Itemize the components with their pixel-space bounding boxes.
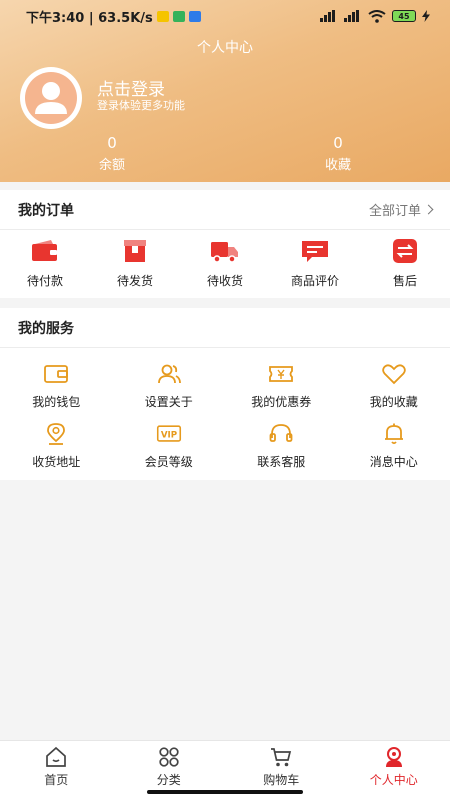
orders-title: 我的订单 [18,202,74,219]
orders-card: 我的订单 全部订单 待付款 待发货 待收货 商品评价 售后 [0,190,450,298]
balance-value: 0 [107,134,117,152]
heart-icon [381,364,406,385]
status-bar: 下午3:40 | 63.5K/s 45 [0,0,450,32]
wallet-outline-icon [44,365,69,383]
service-favorites[interactable]: 我的收藏 [338,356,450,416]
order-item-label: 待付款 [26,273,63,288]
box-icon [124,239,146,262]
app-notification-icon [172,10,185,22]
coupon-icon [269,366,294,382]
all-orders-label: 全部订单 [368,204,421,219]
service-label: 我的优惠券 [251,395,312,409]
users-icon [157,364,181,384]
order-pending-payment[interactable]: 待付款 [0,238,90,289]
headset-icon [269,424,293,442]
signal-icon [320,10,335,22]
app-notification-icon [188,10,201,22]
service-settings[interactable]: 设置关于 [113,356,226,416]
service-wallet[interactable]: 我的钱包 [0,356,113,416]
order-item-label: 售后 [392,273,417,288]
order-after-sales[interactable]: 售后 [360,238,450,289]
tab-profile[interactable]: 个人中心 [338,741,450,800]
cart-icon [271,748,292,767]
order-item-label: 待收货 [206,273,243,288]
avatar[interactable] [20,67,82,129]
exchange-icon [393,238,417,263]
service-label: 会员等级 [144,455,193,469]
page-title: 个人中心 [197,40,253,56]
home-icon [46,746,67,767]
tab-label: 个人中心 [369,773,418,787]
status-time-speed: 下午3:40 | 63.5K/s [26,10,153,26]
login-subtitle: 登录体验更多功能 [97,99,185,112]
service-address[interactable]: 收货地址 [0,416,113,476]
notification-icon [156,10,169,22]
services-title: 我的服务 [18,320,74,337]
balance-label: 余额 [98,158,125,173]
battery-icon: 45 [392,10,416,22]
tab-label: 首页 [44,773,69,787]
wifi-icon [368,9,386,23]
service-label: 我的钱包 [32,395,81,409]
order-to-ship[interactable]: 待发货 [90,238,180,289]
service-label: 联系客服 [257,455,306,469]
location-icon [47,423,66,445]
service-label: 消息中心 [369,455,418,469]
svg-text:VIP: VIP [161,430,177,440]
service-label: 收货地址 [32,455,81,469]
truck-icon [211,241,238,263]
tab-label: 分类 [156,773,181,787]
vip-icon: VIP [156,425,181,442]
service-label: 设置关于 [144,395,193,409]
all-orders-link[interactable]: 全部订单 [368,200,434,219]
battery-level: 45 [398,11,410,21]
wallet-icon [32,239,57,261]
bell-icon [384,423,403,445]
grid-icon [159,747,179,767]
services-card: 我的服务 我的钱包 设置关于 我的优惠券 我的收藏 收货地址 VIP 会员等级 … [0,308,450,480]
service-messages[interactable]: 消息中心 [338,416,450,476]
balance-stat[interactable]: 0 余额 [72,134,152,173]
service-vip[interactable]: VIP 会员等级 [113,416,226,476]
profile-header: 下午3:40 | 63.5K/s 45 个人中心 点击登录 登录体验更多功能 0… [0,0,450,182]
comment-icon [302,240,328,262]
user-icon [385,747,402,767]
service-coupons[interactable]: 我的优惠券 [225,356,338,416]
favorites-stat[interactable]: 0 收藏 [298,134,378,173]
user-silhouette-icon [25,72,77,124]
home-indicator [147,790,303,794]
signal-icon [344,10,359,22]
chevron-right-icon [423,204,434,215]
order-review[interactable]: 商品评价 [270,238,360,289]
tab-home[interactable]: 首页 [0,741,113,800]
favorites-label: 收藏 [324,158,351,173]
tab-label: 购物车 [263,773,300,787]
order-item-label: 商品评价 [290,273,339,288]
order-to-receive[interactable]: 待收货 [180,238,270,289]
service-customer-support[interactable]: 联系客服 [225,416,338,476]
charging-icon [422,10,430,22]
order-item-label: 待发货 [116,273,153,288]
favorites-value: 0 [333,134,343,152]
service-label: 我的收藏 [369,395,418,409]
